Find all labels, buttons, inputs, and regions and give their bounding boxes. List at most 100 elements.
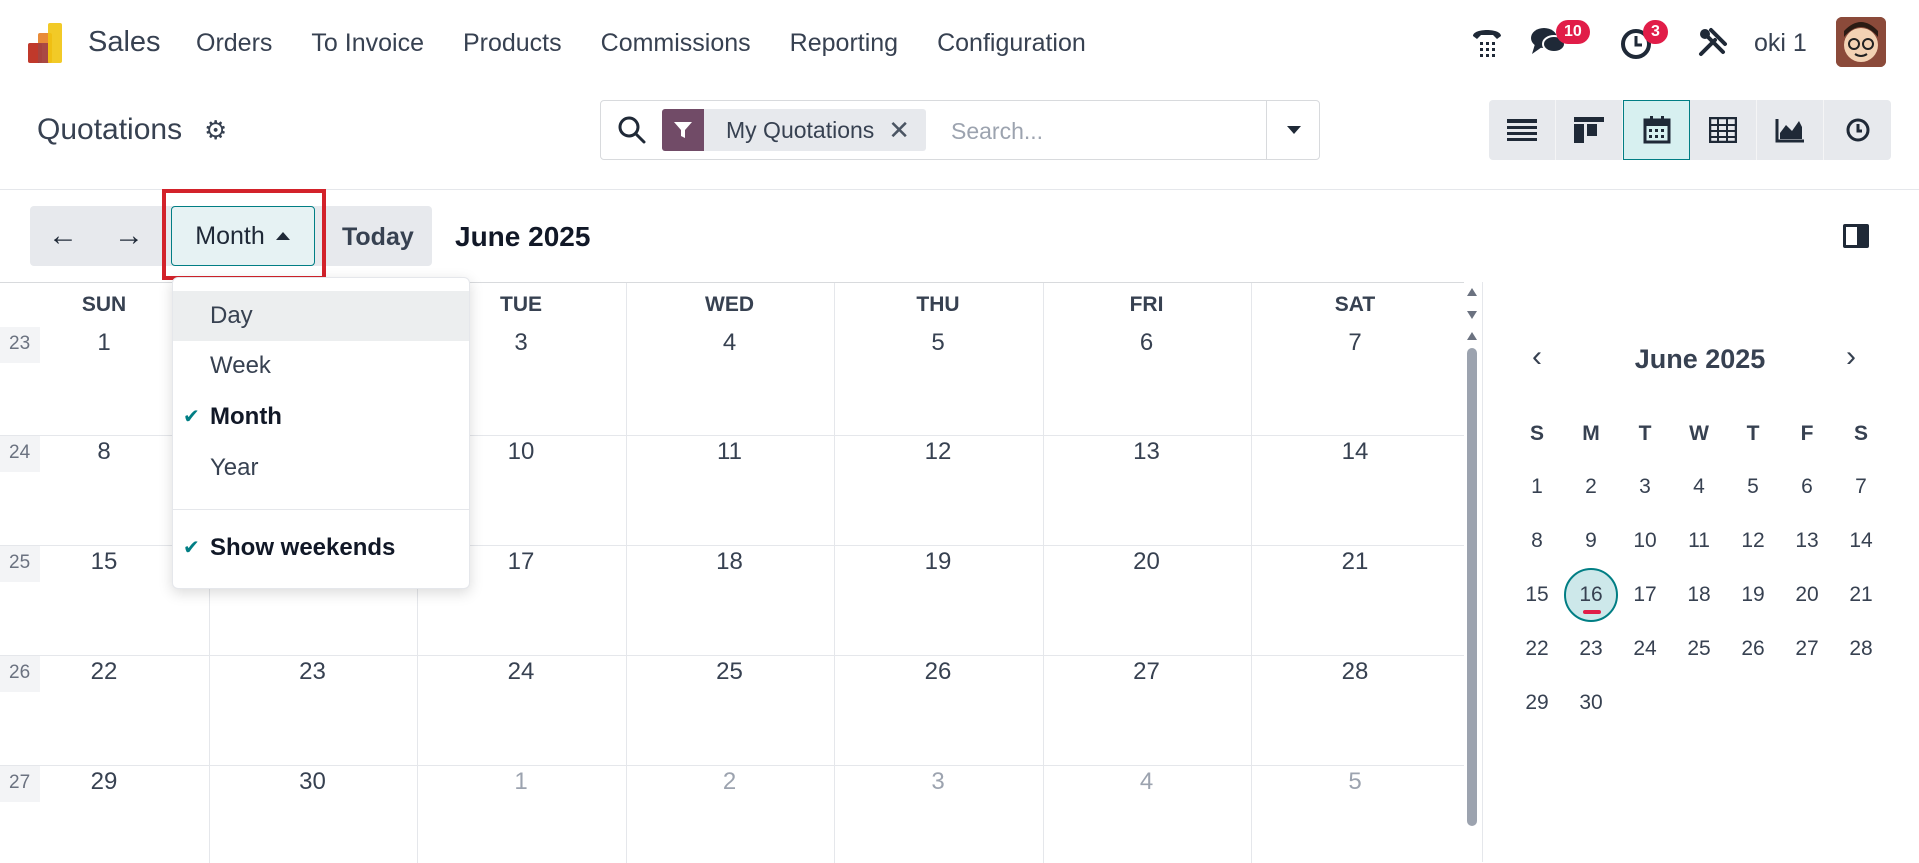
mini-day[interactable]: 12 — [1726, 514, 1780, 568]
mini-calendar-title: June 2025 — [1634, 344, 1766, 374]
mini-day[interactable]: 22 — [1510, 622, 1564, 676]
calendar-day-cell[interactable]: 5 — [834, 329, 1042, 357]
mini-day[interactable]: 21 — [1834, 568, 1888, 622]
mini-day[interactable]: 9 — [1564, 514, 1618, 568]
menu-orders[interactable]: Orders — [196, 29, 272, 58]
scroll-down-icon[interactable] — [1467, 311, 1477, 319]
scrollbar-thumb[interactable] — [1467, 348, 1477, 826]
close-icon[interactable]: ✕ — [888, 115, 926, 146]
calendar-day-cell[interactable]: 2 — [626, 768, 834, 796]
search-icon[interactable] — [617, 115, 647, 145]
mini-day[interactable]: 27 — [1780, 622, 1834, 676]
activities-badge: 3 — [1643, 20, 1668, 44]
calendar-day-cell[interactable]: 30 — [209, 768, 417, 796]
calendar-day-cell[interactable]: 22 — [0, 658, 208, 686]
calendar-day-cell[interactable]: 3 — [834, 768, 1042, 796]
side-panel-toggle-icon[interactable] — [1843, 224, 1869, 248]
calendar-day-cell[interactable]: 24 — [417, 658, 625, 686]
calendar-day-cell[interactable]: 20 — [1043, 548, 1251, 576]
mini-day[interactable]: 18 — [1672, 568, 1726, 622]
gear-icon[interactable]: ⚙ — [204, 115, 227, 146]
calendar-day-cell[interactable]: 14 — [1251, 438, 1459, 466]
menu-commissions[interactable]: Commissions — [601, 29, 751, 58]
mini-day[interactable]: 26 — [1726, 622, 1780, 676]
mini-day[interactable]: 2 — [1564, 460, 1618, 514]
mini-day[interactable]: 17 — [1618, 568, 1672, 622]
day-header-sat: SAT — [1334, 293, 1376, 316]
calendar-icon — [1643, 116, 1670, 144]
mini-day[interactable]: 19 — [1726, 568, 1780, 622]
user-name[interactable]: oki 1 — [1754, 29, 1807, 58]
calendar-day-cell[interactable]: 13 — [1043, 438, 1251, 466]
phone-icon[interactable] — [1469, 24, 1505, 60]
mini-day[interactable]: 28 — [1834, 622, 1888, 676]
mini-day[interactable]: 15 — [1510, 568, 1564, 622]
list-view-button[interactable] — [1489, 100, 1556, 160]
calendar-day-cell[interactable]: 25 — [626, 658, 834, 686]
calendar-day-cell[interactable]: 12 — [834, 438, 1042, 466]
search-options-toggle[interactable] — [1266, 101, 1320, 159]
show-weekends-option[interactable]: ✔ Show weekends — [173, 523, 469, 573]
sales-app-logo[interactable] — [26, 21, 70, 65]
mini-day[interactable]: 25 — [1672, 622, 1726, 676]
divider — [1482, 282, 1483, 862]
mini-day[interactable]: 1 — [1510, 460, 1564, 514]
menu-products[interactable]: Products — [463, 29, 562, 58]
previous-arrow-icon[interactable]: ← — [30, 206, 96, 266]
calendar-day-cell[interactable]: 4 — [1043, 768, 1251, 796]
mini-day[interactable]: 30 — [1564, 676, 1618, 730]
mini-day[interactable]: 5 — [1726, 460, 1780, 514]
mini-day[interactable]: 24 — [1618, 622, 1672, 676]
mini-day[interactable]: 23 — [1564, 622, 1618, 676]
calendar-day-cell[interactable]: 27 — [1043, 658, 1251, 686]
calendar-day-cell[interactable]: 6 — [1043, 329, 1251, 357]
mini-day[interactable]: 6 — [1780, 460, 1834, 514]
calendar-day-cell[interactable]: 19 — [834, 548, 1042, 576]
kanban-view-button[interactable] — [1556, 100, 1623, 160]
calendar-day-cell[interactable]: 21 — [1251, 548, 1459, 576]
mini-day[interactable]: 10 — [1618, 514, 1672, 568]
scale-option-week[interactable]: Week — [173, 341, 469, 391]
menu-to-invoice[interactable]: To Invoice — [311, 29, 424, 58]
menu-configuration[interactable]: Configuration — [937, 29, 1086, 58]
activity-view-button[interactable] — [1824, 100, 1891, 160]
mini-next-month-icon[interactable]: › — [1846, 340, 1856, 374]
mini-day[interactable]: 29 — [1510, 676, 1564, 730]
pivot-view-button[interactable] — [1690, 100, 1757, 160]
mini-day[interactable]: 20 — [1780, 568, 1834, 622]
calendar-day-cell[interactable]: 29 — [0, 768, 208, 796]
calendar-day-cell[interactable]: 7 — [1251, 329, 1459, 357]
tools-icon[interactable] — [1697, 26, 1729, 58]
calendar-day-cell[interactable]: 11 — [626, 438, 834, 466]
graph-view-button[interactable] — [1757, 100, 1824, 160]
menu-reporting[interactable]: Reporting — [790, 29, 898, 58]
calendar-day-cell[interactable]: 4 — [626, 329, 834, 357]
scroll-up-icon-2[interactable] — [1467, 332, 1477, 340]
calendar-view-button[interactable] — [1623, 100, 1690, 160]
calendar-day-cell[interactable]: 5 — [1251, 768, 1459, 796]
mini-day[interactable]: 7 — [1834, 460, 1888, 514]
calendar-day-cell[interactable]: 18 — [626, 548, 834, 576]
scale-option-day[interactable]: Day — [173, 291, 469, 341]
mini-day[interactable]: 8 — [1510, 514, 1564, 568]
scale-option-year[interactable]: Year — [173, 443, 469, 493]
mini-day[interactable]: 13 — [1780, 514, 1834, 568]
search-input[interactable] — [951, 111, 1251, 151]
scale-option-month[interactable]: ✔ Month — [173, 392, 469, 442]
scroll-up-icon[interactable] — [1467, 288, 1477, 296]
user-avatar[interactable] — [1836, 17, 1886, 67]
next-arrow-icon[interactable]: → — [96, 206, 162, 266]
messages-badge: 10 — [1556, 20, 1590, 44]
app-name[interactable]: Sales — [88, 26, 161, 59]
mini-day[interactable]: 4 — [1672, 460, 1726, 514]
calendar-day-cell[interactable]: 1 — [417, 768, 625, 796]
calendar-day-cell[interactable]: 28 — [1251, 658, 1459, 686]
mini-day[interactable]: 14 — [1834, 514, 1888, 568]
calendar-day-cell[interactable]: 26 — [834, 658, 1042, 686]
calendar-day-cell[interactable]: 23 — [209, 658, 417, 686]
clock-icon — [1846, 118, 1869, 142]
mini-day[interactable]: 16 — [1564, 568, 1618, 622]
today-button[interactable]: Today — [342, 223, 414, 252]
mini-day[interactable]: 3 — [1618, 460, 1672, 514]
mini-day[interactable]: 11 — [1672, 514, 1726, 568]
